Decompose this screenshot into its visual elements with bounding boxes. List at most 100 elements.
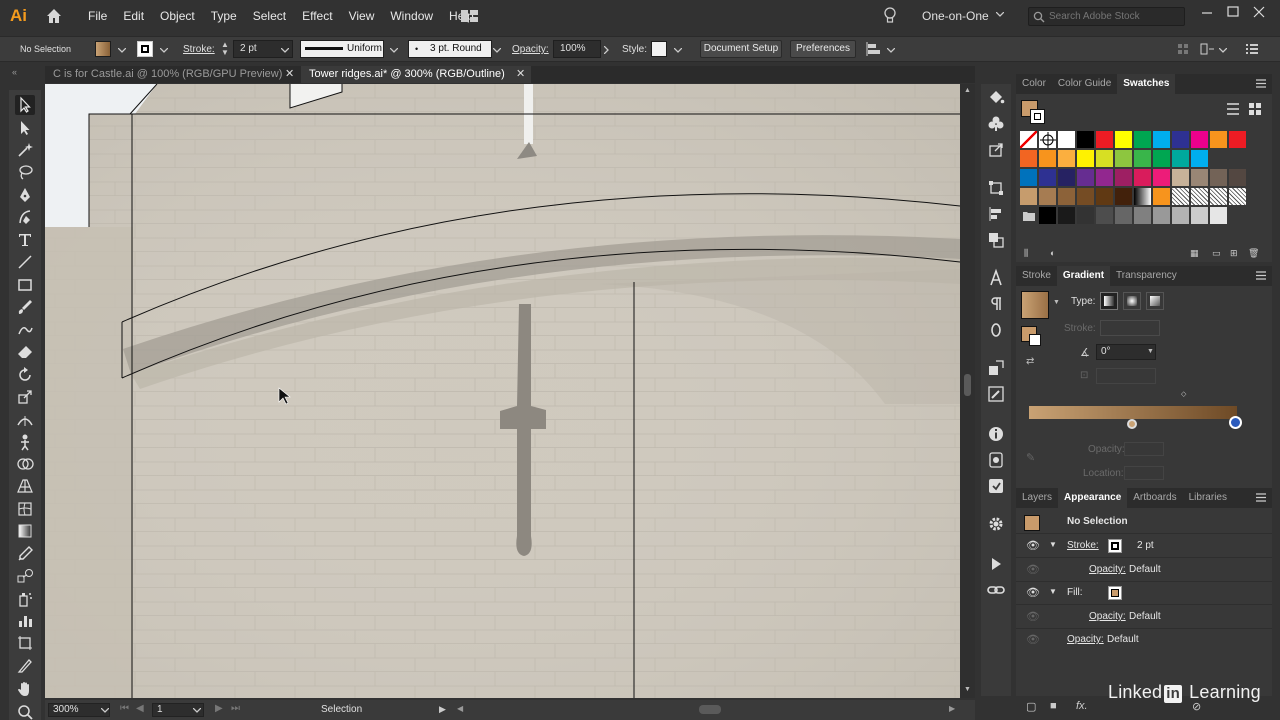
home-icon[interactable] bbox=[44, 6, 64, 26]
scale-tool[interactable] bbox=[15, 387, 35, 407]
dock-opentype[interactable] bbox=[986, 320, 1006, 340]
swatch-pattern[interactable] bbox=[1229, 188, 1247, 206]
opacity-field[interactable]: 100% bbox=[553, 40, 601, 58]
tab-layers[interactable]: Layers bbox=[1016, 488, 1058, 508]
delete-swatch-icon[interactable]: 🗑 bbox=[1248, 248, 1259, 259]
artboard-canvas[interactable] bbox=[45, 84, 960, 698]
add-fill-icon[interactable]: ■ bbox=[1050, 700, 1057, 712]
control-menu-icon[interactable] bbox=[1246, 44, 1258, 54]
magic-wand-tool[interactable] bbox=[15, 140, 35, 160]
visibility-eye-icon[interactable]: 👁 bbox=[1026, 563, 1040, 576]
chevron-down-icon[interactable] bbox=[674, 48, 682, 53]
tab-color-guide[interactable]: Color Guide bbox=[1052, 74, 1117, 94]
swatch-color[interactable] bbox=[1039, 207, 1057, 225]
swatch-libraries-icon[interactable]: ⫼ bbox=[1024, 248, 1028, 259]
swatch-color[interactable] bbox=[1077, 131, 1095, 149]
close-icon[interactable]: ✕ bbox=[285, 66, 294, 82]
scroll-right-icon[interactable]: ▶ bbox=[949, 704, 955, 713]
dock-actions[interactable] bbox=[986, 554, 1006, 574]
reverse-gradient-icon[interactable]: ⇄ bbox=[1026, 356, 1034, 367]
swatch-color[interactable] bbox=[1191, 131, 1209, 149]
swatch-color[interactable] bbox=[1172, 150, 1190, 168]
tab-libraries[interactable]: Libraries bbox=[1183, 488, 1233, 508]
swatch-color[interactable] bbox=[1077, 207, 1095, 225]
swatch-color[interactable] bbox=[1153, 207, 1171, 225]
expand-chevron-icon[interactable]: ▼ bbox=[1049, 540, 1057, 549]
chevron-down-icon[interactable] bbox=[101, 708, 109, 713]
visibility-eye-icon[interactable]: 👁 bbox=[1026, 539, 1040, 552]
scroll-down-icon[interactable]: ▼ bbox=[964, 686, 971, 693]
dock-paragraph[interactable] bbox=[986, 294, 1006, 314]
rotate-tool[interactable] bbox=[15, 365, 35, 385]
color-group-icon[interactable]: ▦ bbox=[1190, 248, 1199, 259]
stroke-weight-stepper[interactable]: ▲ ▼ bbox=[221, 41, 231, 57]
swatch-color[interactable] bbox=[1020, 150, 1038, 168]
swatch-color[interactable] bbox=[1039, 188, 1057, 206]
hand-tool[interactable] bbox=[15, 679, 35, 699]
swatch-color[interactable] bbox=[1134, 169, 1152, 187]
swatch-color[interactable] bbox=[1115, 131, 1133, 149]
chevron-down-icon[interactable] bbox=[887, 48, 895, 53]
swatch-color[interactable] bbox=[1058, 188, 1076, 206]
dock-link[interactable] bbox=[986, 580, 1006, 600]
variable-width-profile[interactable]: Uniform bbox=[300, 40, 384, 58]
type-tool[interactable] bbox=[15, 230, 35, 250]
list-view-icon[interactable] bbox=[1226, 102, 1240, 116]
brush-definition[interactable]: • 3 pt. Round bbox=[408, 40, 492, 58]
swatch-pattern[interactable] bbox=[1210, 188, 1228, 206]
dock-image-trace[interactable] bbox=[986, 450, 1006, 470]
tab-swatches[interactable]: Swatches bbox=[1117, 74, 1176, 94]
swatch-color[interactable] bbox=[1020, 169, 1038, 187]
shape-builder-tool[interactable] bbox=[15, 454, 35, 474]
swatch-color[interactable] bbox=[1115, 150, 1133, 168]
add-stroke-icon[interactable]: ▢ bbox=[1026, 700, 1036, 713]
swatch-color[interactable] bbox=[1210, 131, 1228, 149]
swatch-color[interactable] bbox=[1115, 207, 1133, 225]
swatch-color[interactable] bbox=[1229, 131, 1247, 149]
rectangle-tool[interactable] bbox=[15, 275, 35, 295]
swatch-kinds-icon[interactable]: ◐ bbox=[1050, 248, 1055, 258]
menu-file[interactable]: File bbox=[80, 0, 115, 32]
next-artboard-icon[interactable]: ▶ bbox=[215, 703, 223, 714]
swatch-color[interactable] bbox=[1077, 169, 1095, 187]
align-options-icon[interactable] bbox=[866, 41, 884, 57]
panel-menu-icon[interactable] bbox=[1256, 79, 1266, 88]
curvature-tool[interactable] bbox=[15, 207, 35, 227]
swatch-color[interactable] bbox=[1191, 150, 1209, 168]
mesh-tool[interactable] bbox=[15, 499, 35, 519]
dock-settings[interactable] bbox=[986, 514, 1006, 534]
appearance-row-fill[interactable]: 👁 ▼ Fill: bbox=[1016, 582, 1272, 605]
gradient-stop-end[interactable] bbox=[1229, 416, 1242, 429]
swatch-color[interactable] bbox=[1172, 207, 1190, 225]
menu-object[interactable]: Object bbox=[152, 0, 203, 32]
lightbulb-icon[interactable] bbox=[883, 7, 897, 25]
workspace-switcher[interactable]: One-on-One bbox=[922, 9, 989, 23]
appearance-opacity-label[interactable]: Opacity: bbox=[1089, 564, 1126, 575]
menu-select[interactable]: Select bbox=[245, 0, 294, 32]
width-tool[interactable] bbox=[15, 410, 35, 430]
menu-type[interactable]: Type bbox=[203, 0, 245, 32]
swatch-color[interactable] bbox=[1096, 188, 1114, 206]
appearance-opacity-label[interactable]: Opacity: bbox=[1089, 611, 1126, 622]
swatch-color[interactable] bbox=[1115, 169, 1133, 187]
appearance-row-stroke-opacity[interactable]: 👁 Opacity: Default bbox=[1016, 559, 1272, 582]
scroll-left-icon[interactable]: ◀ bbox=[457, 704, 463, 713]
appearance-opacity-label[interactable]: Opacity: bbox=[1067, 634, 1104, 645]
chevron-down-icon[interactable] bbox=[996, 12, 1004, 17]
stroke-swatch[interactable] bbox=[137, 41, 153, 57]
swatch-color[interactable] bbox=[1096, 207, 1114, 225]
swatch-color[interactable] bbox=[1191, 169, 1209, 187]
expand-chevron-icon[interactable]: ▼ bbox=[1049, 587, 1057, 596]
swatch-color[interactable] bbox=[1058, 207, 1076, 225]
gradient-slider[interactable] bbox=[1029, 406, 1237, 419]
gradient-thumbnail[interactable] bbox=[1021, 291, 1049, 319]
dock-transform[interactable] bbox=[986, 178, 1006, 198]
perspective-grid-tool[interactable] bbox=[15, 476, 35, 496]
swatch-color[interactable] bbox=[1172, 131, 1190, 149]
swatch-color[interactable] bbox=[1191, 207, 1209, 225]
tab-stroke[interactable]: Stroke bbox=[1016, 266, 1057, 286]
dock-asset-export[interactable] bbox=[986, 140, 1006, 160]
swatch-color[interactable] bbox=[1020, 188, 1038, 206]
dock-links[interactable] bbox=[986, 476, 1006, 496]
fill-stroke-proxy[interactable] bbox=[1021, 100, 1049, 128]
